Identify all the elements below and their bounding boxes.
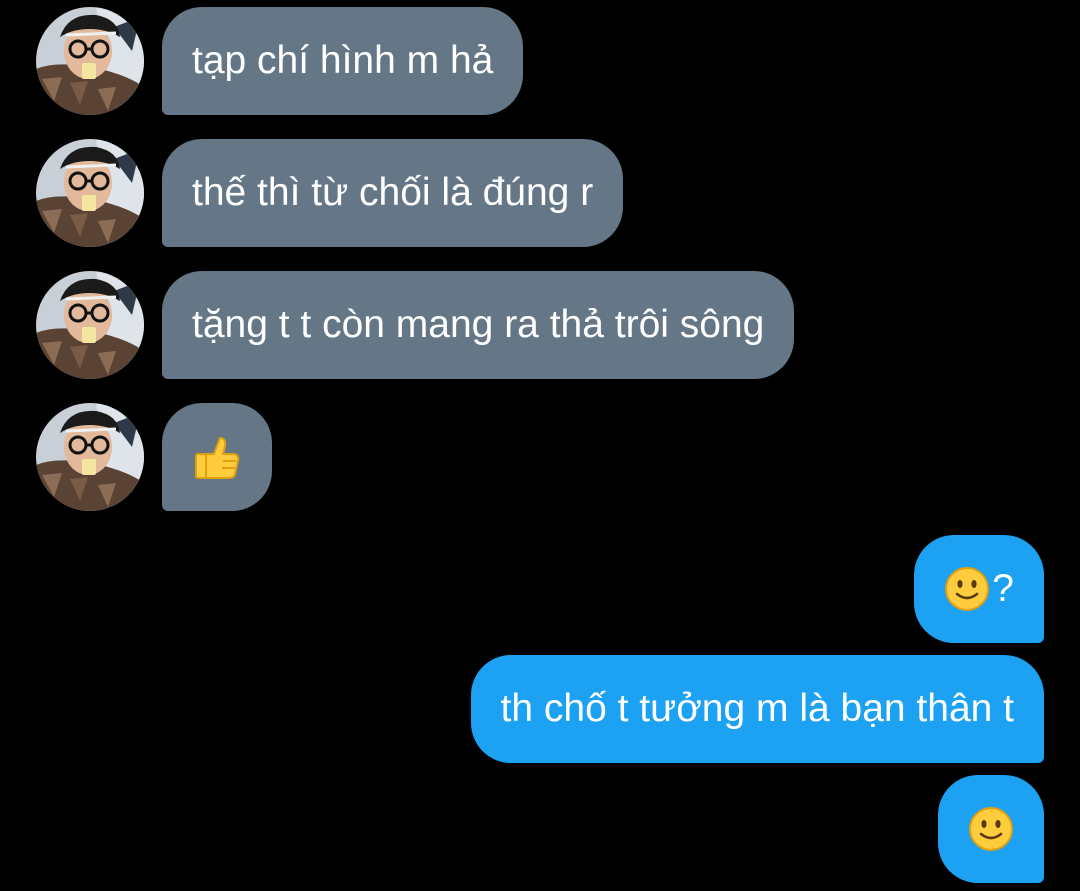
thumbs-up-icon bbox=[192, 432, 242, 482]
message-text: ? bbox=[992, 567, 1014, 610]
outgoing-message[interactable]: ? bbox=[914, 535, 1044, 643]
message-text: tạp chí hình m hả bbox=[192, 39, 494, 82]
outgoing-message[interactable]: th chố t tưởng m là bạn thân t bbox=[470, 655, 1044, 763]
incoming-message[interactable]: thế thì từ chối là đúng r bbox=[162, 139, 624, 247]
avatar[interactable] bbox=[36, 139, 144, 247]
slight-smile-icon bbox=[968, 806, 1014, 852]
message-text: th chố t tưởng m là bạn thân t bbox=[500, 687, 1014, 730]
incoming-message[interactable] bbox=[162, 403, 272, 511]
avatar[interactable] bbox=[36, 271, 144, 379]
message-text: thế thì từ chối là đúng r bbox=[192, 171, 594, 214]
incoming-message[interactable]: tạp chí hình m hả bbox=[162, 7, 524, 115]
slight-smile-icon bbox=[944, 566, 990, 612]
avatar[interactable] bbox=[36, 7, 144, 115]
outgoing-message[interactable] bbox=[938, 775, 1044, 883]
avatar[interactable] bbox=[36, 403, 144, 511]
incoming-message[interactable]: tặng t t còn mang ra thả trôi sông bbox=[162, 271, 795, 379]
message-text: tặng t t còn mang ra thả trôi sông bbox=[192, 303, 765, 346]
